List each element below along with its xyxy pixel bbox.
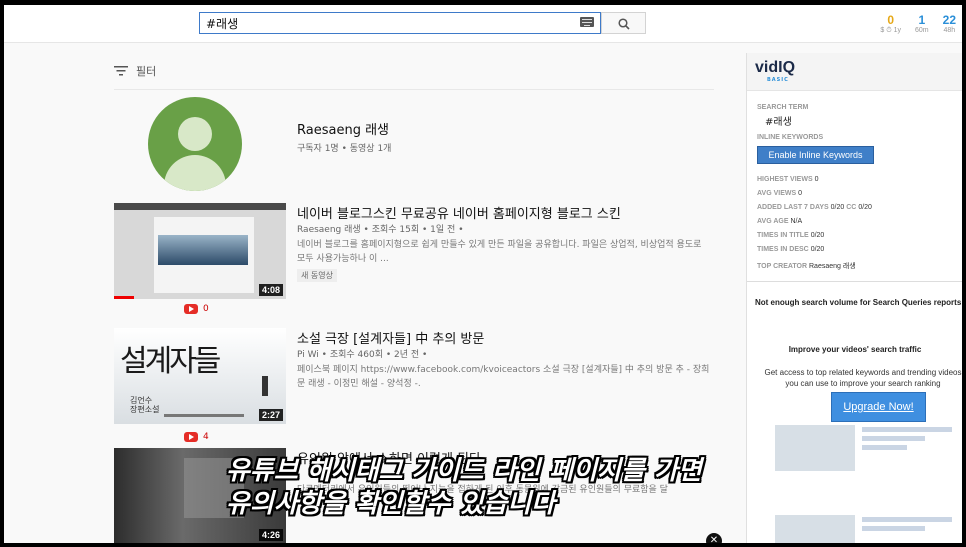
thumb-title: 설계자들	[120, 344, 221, 379]
video-result: 설계자들 김언수 장편소설 2:27 소설 극장 [설계자들] 中 추의 방문 …	[114, 328, 714, 448]
video-duration: 4:26	[258, 529, 283, 541]
video-meta: Raesaeng 래생 • 조회수 15회 • 1일 전 •	[297, 225, 464, 235]
avatar-head	[178, 117, 212, 151]
vq-stat-times-in-title: TIMES IN TITLE 0/20	[757, 232, 824, 239]
locked-thumb	[775, 425, 855, 471]
stat-60m: 1 60m	[915, 13, 929, 35]
locked-thumb	[775, 515, 855, 543]
locked-lines	[862, 517, 952, 535]
stat-1y: 0 $ ⏱ 1y	[880, 13, 901, 35]
vidiq-logo[interactable]: vidIQ	[755, 59, 795, 77]
video-result: 4:08 네이버 블로그스킨 무료공유 네이버 홈페이지형 블로그 스킨 Rae…	[114, 203, 714, 323]
close-icon[interactable]: ✕	[706, 533, 722, 543]
youtube-icon	[184, 304, 198, 314]
thumb-browser-bar	[114, 203, 286, 210]
video-subtitle-overlay: 유튜브 해시태그 가이드 라인 페이지를 가면 유의사항을 확인할수 있습니다	[226, 455, 702, 521]
upgrade-now-button[interactable]: Upgrade Now!	[831, 392, 926, 422]
vq-stat-top-creator: TOP CREATOR Raesaeng 래생	[757, 261, 856, 271]
search-input[interactable]	[200, 13, 570, 33]
video-meta: Pi Wi • 조회수 460회 • 2년 전 •	[297, 350, 428, 360]
search-button[interactable]	[601, 12, 646, 34]
vq-stat-value: 0/20	[810, 232, 825, 239]
search-icon	[618, 18, 630, 30]
vq-stat-label: ADDED LAST 7 DAYS	[757, 204, 829, 211]
vidiq-panel: vidIQ BASIC SEARCH TERM #래생 INLINE KEYWO…	[746, 53, 962, 543]
vq-stat-label: AVG AGE	[757, 218, 789, 225]
stat-label: $ ⏱ 1y	[880, 27, 902, 34]
vq-stat-label: HIGHEST VIEWS	[757, 176, 813, 183]
browser-viewport: 0 $ ⏱ 1y 1 60m 22 48h 필터 Raesaeng 래생 구독자…	[4, 5, 962, 543]
vq-stat-added-last-7-days: ADDED LAST 7 DAYS 0/20 CC 0/20	[757, 204, 872, 211]
video-title[interactable]: 네이버 블로그스킨 무료공유 네이버 홈페이지형 블로그 스킨	[297, 203, 621, 222]
thumb-figure	[262, 376, 268, 396]
video-description: 네이버 블로그를 홈페이지형으로 쉽게 만들수 있게 만든 파일을 공유합니다.…	[297, 240, 702, 264]
channel-name[interactable]: Raesaeng 래생	[297, 119, 389, 138]
stat-value: 22	[942, 13, 956, 27]
vq-stat-label: TIMES IN DESC	[757, 246, 809, 253]
new-video-badge: 새 동영상	[297, 269, 337, 282]
vidiq-tier: BASIC	[767, 77, 789, 83]
vq-stat-value: Raesaeng 래생	[809, 263, 856, 270]
subtitle-line-2: 유의사항을 확인할수 있습니다	[226, 489, 556, 519]
youtube-count: 0	[184, 304, 209, 314]
stat-label: 48h	[943, 27, 956, 34]
filter-button[interactable]: 필터	[114, 61, 156, 81]
video-thumbnail[interactable]: 설계자들 김언수 장편소설 2:27	[114, 328, 286, 424]
video-description: 페이스북 페이지 https://www.facebook.com/kvoice…	[297, 365, 710, 389]
subtitle-line-1: 유튜브 해시태그 가이드 라인 페이지를 가면	[226, 456, 702, 486]
filter-label: 필터	[136, 65, 157, 78]
divider	[114, 89, 714, 90]
thumb-ground	[164, 414, 244, 417]
vq-stat-value: 0/20	[830, 204, 845, 211]
youtube-icon	[184, 432, 198, 442]
stat-value: 1	[918, 13, 926, 27]
filter-icon	[114, 66, 128, 76]
not-enough-volume-notice: Not enough search volume for Search Quer…	[755, 298, 962, 307]
vq-stat-value: 0	[814, 176, 819, 183]
channel-meta: 구독자 1명 • 동영상 1개	[297, 144, 392, 154]
locked-lines	[862, 427, 952, 454]
improve-traffic-description: Get access to top related keywords and t…	[764, 368, 962, 388]
vq-stat-avg-age: AVG AGE N/A	[757, 218, 802, 225]
stat-48h: 22 48h	[943, 13, 956, 35]
vidiq-header: vidIQ BASIC	[747, 53, 962, 91]
keyboard-icon[interactable]	[580, 17, 594, 27]
thumb-progress	[114, 296, 134, 299]
youtube-header: 0 $ ⏱ 1y 1 60m 22 48h	[4, 5, 962, 43]
search-term-label: SEARCH TERM	[757, 104, 809, 111]
enable-inline-keywords-button[interactable]: Enable Inline Keywords	[757, 146, 874, 164]
vq-stat-cc-label: CC	[846, 204, 857, 211]
inline-keywords-label: INLINE KEYWORDS	[757, 134, 824, 141]
thumb-image	[158, 235, 248, 265]
video-thumbnail[interactable]: 4:08	[114, 203, 286, 299]
search-box[interactable]	[199, 12, 601, 34]
avatar-body	[164, 155, 226, 191]
video-duration: 4:08	[258, 284, 283, 296]
vq-stat-label: TOP CREATOR	[757, 263, 808, 270]
vq-stat-times-in-desc: TIMES IN DESC 0/20	[757, 246, 824, 253]
youtube-count: 4	[184, 432, 209, 442]
thumb-author: 김언수 장편소설	[130, 396, 160, 414]
stat-label: 60m	[915, 27, 929, 34]
vq-stat-cc-value: 0/20	[858, 204, 872, 211]
vq-stat-value: N/A	[790, 218, 803, 225]
search-term-value: #래생	[765, 117, 792, 128]
youtube-count-value: 4	[203, 432, 209, 442]
vq-stat-label: TIMES IN TITLE	[757, 232, 809, 239]
divider	[747, 281, 962, 282]
youtube-count-value: 0	[203, 304, 209, 314]
vidiq-stats: 0 $ ⏱ 1y 1 60m 22 48h	[880, 13, 956, 35]
vq-stat-value: 0/20	[810, 246, 825, 253]
vq-stat-value: 0	[798, 190, 803, 197]
video-title[interactable]: 소설 극장 [설계자들] 中 추의 방문	[297, 328, 484, 347]
stat-value: 0	[887, 13, 895, 27]
improve-traffic-title: Improve your videos' search traffic	[788, 345, 922, 354]
video-duration: 2:27	[258, 409, 283, 421]
vq-stat-avg-views: AVG VIEWS 0	[757, 190, 802, 197]
channel-avatar[interactable]	[148, 97, 242, 191]
vq-stat-label: AVG VIEWS	[757, 190, 797, 197]
vq-stat-highest-views: HIGHEST VIEWS 0	[757, 176, 818, 183]
